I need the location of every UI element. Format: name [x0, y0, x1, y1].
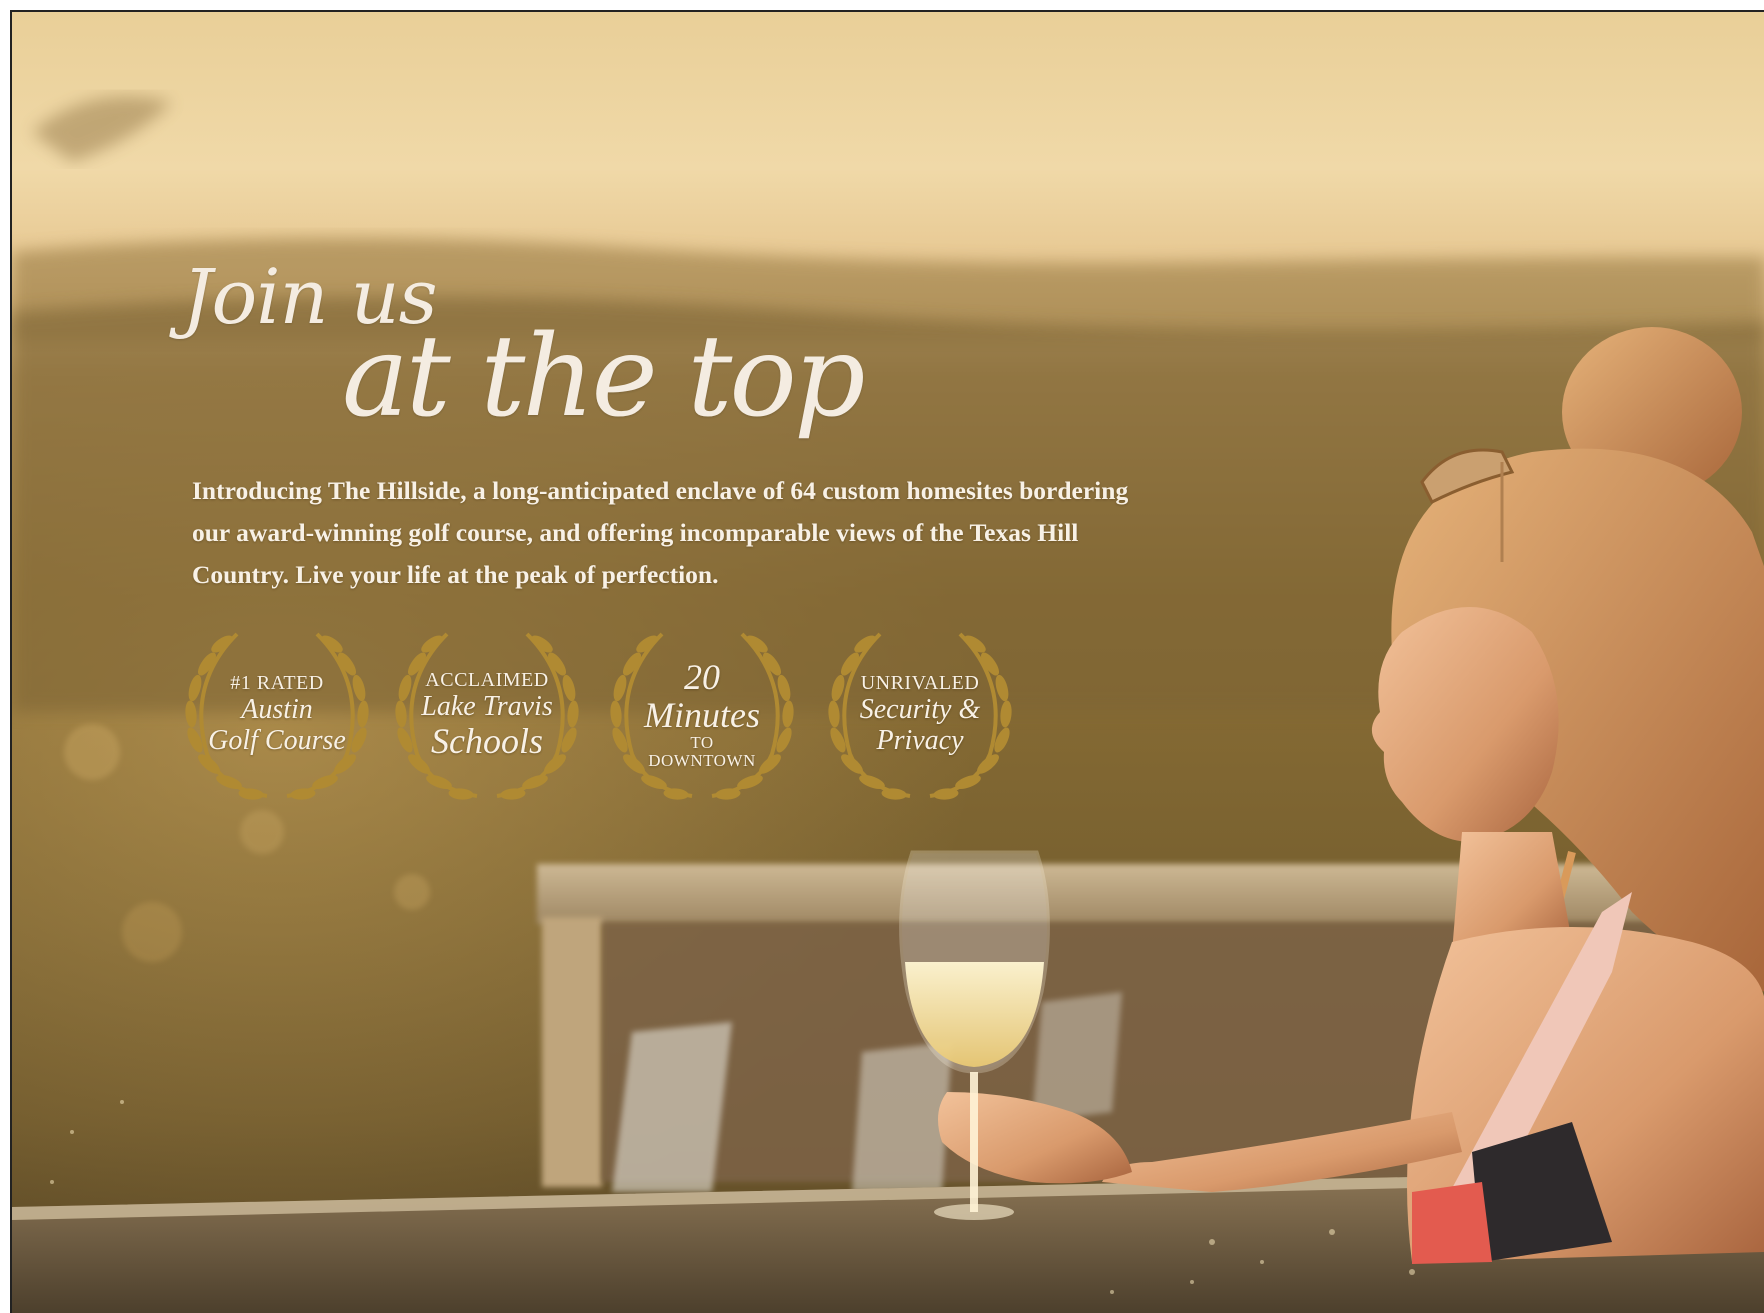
badge-downtown: 20 Minutes TO DOWNTOWN: [602, 624, 802, 804]
badge-line-1: Security &: [859, 694, 981, 725]
badge-line-1: Lake Travis: [421, 690, 553, 722]
badge-line-2: Schools: [431, 720, 543, 761]
intro-paragraph: Introducing The Hillside, a long-anticip…: [192, 476, 1129, 589]
badge-big-number: 20: [684, 657, 720, 697]
badge-caption: #1 RATED: [230, 672, 324, 694]
badge-line-2: Privacy: [876, 725, 964, 756]
badge-small-2: DOWNTOWN: [648, 751, 756, 770]
badge-caption: UNRIVALED: [860, 672, 980, 694]
badge-caption: ACCLAIMED: [425, 668, 549, 691]
badge-line-1: Austin: [241, 694, 313, 725]
hero-frame: Join us at the top Introducing The Hills…: [10, 10, 1764, 1313]
headline-line-2: at the top: [342, 312, 866, 442]
badge-security: UNRIVALED Security & Privacy: [820, 624, 1020, 804]
badge-line-1: Minutes: [644, 695, 760, 735]
badge-schools: ACCLAIMED Lake Travis Schools: [387, 624, 587, 804]
badge-small-1: TO: [690, 733, 714, 752]
badge-golf-course: #1 RATED Austin Golf Course: [177, 624, 377, 804]
badge-line-2: Golf Course: [208, 725, 346, 756]
